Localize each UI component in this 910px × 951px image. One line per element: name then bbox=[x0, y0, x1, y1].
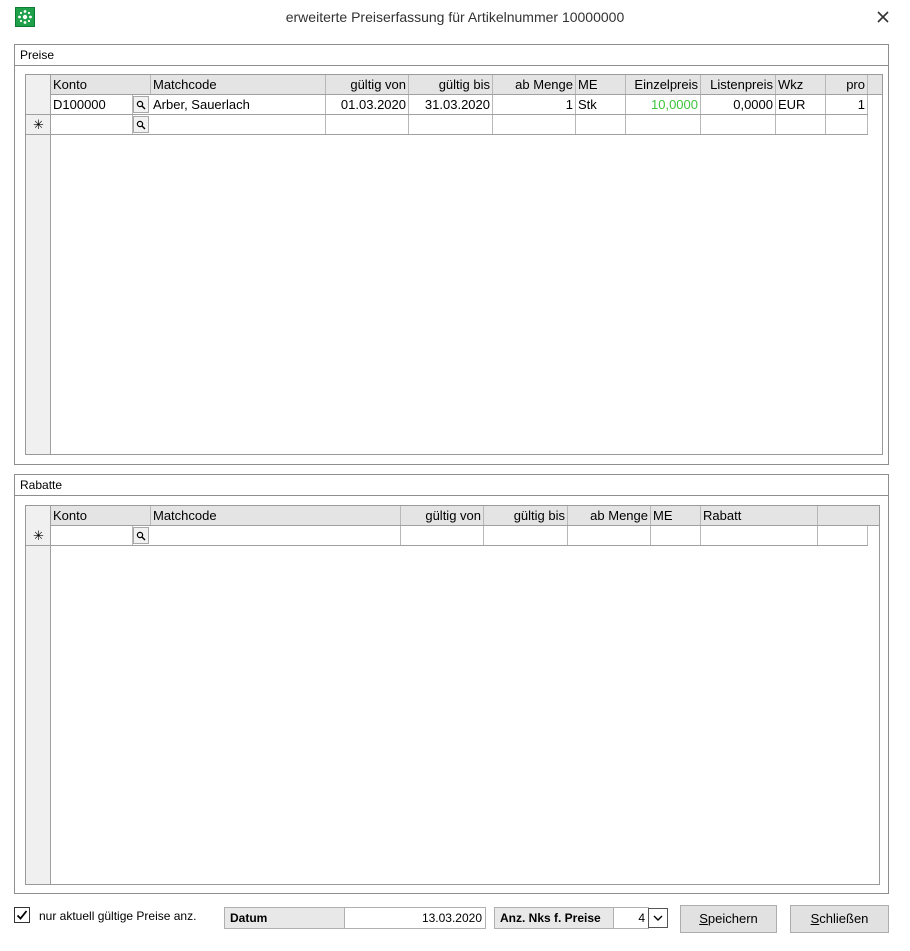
new-cell-gueltig-bis[interactable] bbox=[409, 115, 493, 134]
col-header-gueltig-bis[interactable]: gültig bis bbox=[484, 506, 568, 525]
rabatte-grid[interactable]: Konto Matchcode gültig von gültig bis ab… bbox=[25, 505, 880, 885]
search-icon[interactable] bbox=[133, 116, 149, 133]
col-header-ab-menge[interactable]: ab Menge bbox=[568, 506, 651, 525]
save-button[interactable]: Speichern bbox=[680, 905, 777, 933]
new-cell-listenpreis[interactable] bbox=[701, 115, 776, 134]
title-bar: erweiterte Preiserfassung für Artikelnum… bbox=[0, 0, 910, 34]
cell-konto[interactable]: D100000 bbox=[51, 95, 133, 114]
cell-matchcode[interactable]: Arber, Sauerlach bbox=[151, 95, 326, 114]
cell-ab-menge[interactable]: 1 bbox=[493, 95, 576, 114]
rabatte-row-header-column bbox=[26, 506, 51, 884]
nks-select[interactable]: 4 bbox=[613, 907, 649, 929]
col-header-rabatt[interactable]: Rabatt bbox=[701, 506, 818, 525]
close-icon[interactable] bbox=[868, 4, 898, 30]
new-cell-gueltig-bis[interactable] bbox=[484, 526, 568, 545]
new-cell-me[interactable] bbox=[651, 526, 701, 545]
cell-wkz[interactable]: EUR bbox=[776, 95, 826, 114]
new-cell-wkz[interactable] bbox=[776, 115, 826, 134]
preise-grid[interactable]: Konto Matchcode gültig von gültig bis ab… bbox=[25, 74, 883, 455]
cell-me[interactable]: Stk bbox=[576, 95, 626, 114]
cell-pro[interactable]: 1 bbox=[826, 95, 868, 114]
new-cell-gueltig-von[interactable] bbox=[401, 526, 484, 545]
close-button[interactable]: Schließen bbox=[790, 905, 889, 933]
col-header-konto[interactable]: Konto bbox=[51, 75, 151, 94]
col-header-listenpreis[interactable]: Listenpreis bbox=[701, 75, 776, 94]
col-header-konto[interactable]: Konto bbox=[51, 506, 151, 525]
new-cell-einzelpreis[interactable] bbox=[626, 115, 701, 134]
only-current-prices-checkbox[interactable] bbox=[14, 907, 30, 923]
close-button-mnemonic: S bbox=[810, 911, 820, 926]
new-cell-rabatt[interactable] bbox=[701, 526, 818, 545]
only-current-prices-label: nur aktuell gültige Preise anz. bbox=[39, 909, 197, 923]
cell-einzelpreis[interactable]: 10,0000 bbox=[626, 95, 701, 114]
close-button-label: chließen bbox=[819, 911, 869, 926]
new-cell-matchcode[interactable] bbox=[151, 115, 326, 134]
new-cell-ab-menge[interactable] bbox=[493, 115, 576, 134]
table-row[interactable]: D100000 Arber, Sauerlach 01.03.2020 31.0… bbox=[51, 95, 868, 115]
col-header-me[interactable]: ME bbox=[651, 506, 701, 525]
col-header-pro[interactable]: pro bbox=[826, 75, 868, 94]
new-cell-ab-menge[interactable] bbox=[568, 526, 651, 545]
new-cell-extra[interactable] bbox=[818, 526, 868, 545]
preise-group-divider bbox=[15, 65, 888, 66]
col-header-gueltig-von[interactable]: gültig von bbox=[326, 75, 409, 94]
preise-group: Preise Konto Matchcode gültig von gültig… bbox=[14, 44, 889, 465]
datum-label: Datum bbox=[224, 907, 345, 929]
new-cell-konto[interactable] bbox=[51, 526, 133, 545]
col-header-gueltig-von[interactable]: gültig von bbox=[401, 506, 484, 525]
col-header-matchcode[interactable]: Matchcode bbox=[151, 75, 326, 94]
new-row[interactable] bbox=[51, 115, 868, 135]
preise-group-title: Preise bbox=[20, 48, 55, 62]
col-header-wkz[interactable]: Wkz bbox=[776, 75, 826, 94]
col-header-einzelpreis[interactable]: Einzelpreis bbox=[626, 75, 701, 94]
col-header-gueltig-bis[interactable]: gültig bis bbox=[409, 75, 493, 94]
rabatte-group: Rabatte Konto Matchcode gültig von gülti… bbox=[14, 474, 889, 894]
new-cell-pro[interactable] bbox=[826, 115, 868, 134]
nks-label: Anz. Nks f. Preise bbox=[494, 907, 614, 929]
cell-gueltig-von[interactable]: 01.03.2020 bbox=[326, 95, 409, 114]
new-row-marker: ✳ bbox=[26, 526, 51, 546]
preise-grid-header: Konto Matchcode gültig von gültig bis ab… bbox=[51, 75, 882, 95]
new-cell-me[interactable] bbox=[576, 115, 626, 134]
search-icon[interactable] bbox=[133, 527, 149, 544]
cell-gueltig-bis[interactable]: 31.03.2020 bbox=[409, 95, 493, 114]
new-cell-matchcode[interactable] bbox=[151, 526, 401, 545]
col-header-me[interactable]: ME bbox=[576, 75, 626, 94]
new-cell-gueltig-von[interactable] bbox=[326, 115, 409, 134]
datum-field[interactable]: 13.03.2020 bbox=[344, 907, 486, 929]
chevron-down-icon[interactable] bbox=[648, 908, 668, 928]
rabatte-group-title: Rabatte bbox=[20, 478, 63, 492]
row-header[interactable] bbox=[26, 95, 51, 115]
window-title: erweiterte Preiserfassung für Artikelnum… bbox=[285, 9, 625, 25]
checkmark-icon bbox=[16, 910, 28, 920]
rabatte-group-divider bbox=[15, 495, 888, 496]
cell-listenpreis[interactable]: 0,0000 bbox=[701, 95, 776, 114]
new-row-marker: ✳ bbox=[26, 115, 51, 135]
col-header-matchcode[interactable]: Matchcode bbox=[151, 506, 401, 525]
save-button-label: peichern bbox=[707, 911, 758, 926]
save-button-mnemonic: S bbox=[699, 911, 708, 926]
col-header-ab-menge[interactable]: ab Menge bbox=[493, 75, 576, 94]
search-icon[interactable] bbox=[133, 96, 149, 113]
new-cell-konto[interactable] bbox=[51, 115, 133, 134]
rabatte-grid-header: Konto Matchcode gültig von gültig bis ab… bbox=[51, 506, 879, 526]
new-row[interactable] bbox=[51, 526, 868, 546]
